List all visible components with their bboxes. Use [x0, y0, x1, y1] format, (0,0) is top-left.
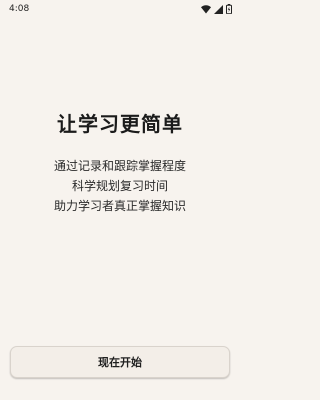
- start-button-label: 现在开始: [98, 356, 142, 369]
- signal-icon: [214, 4, 223, 14]
- page-title: 让学习更简单: [57, 112, 183, 136]
- start-button[interactable]: 现在开始: [10, 346, 230, 378]
- wifi-icon: [201, 4, 211, 14]
- status-time: 4:08: [9, 4, 30, 14]
- battery-icon: [226, 4, 232, 14]
- subtitle-line: 科学规划复习时间: [71, 179, 168, 193]
- status-bar: 4:08: [0, 0, 240, 18]
- subtitle: 通过记录和跟踪掌握程度 科学规划复习时间 助力学习者真正掌握知识: [0, 156, 240, 216]
- subtitle-line: 助力学习者真正掌握知识: [53, 199, 186, 213]
- subtitle-line: 通过记录和跟踪掌握程度: [53, 159, 186, 173]
- status-icons: [201, 4, 232, 14]
